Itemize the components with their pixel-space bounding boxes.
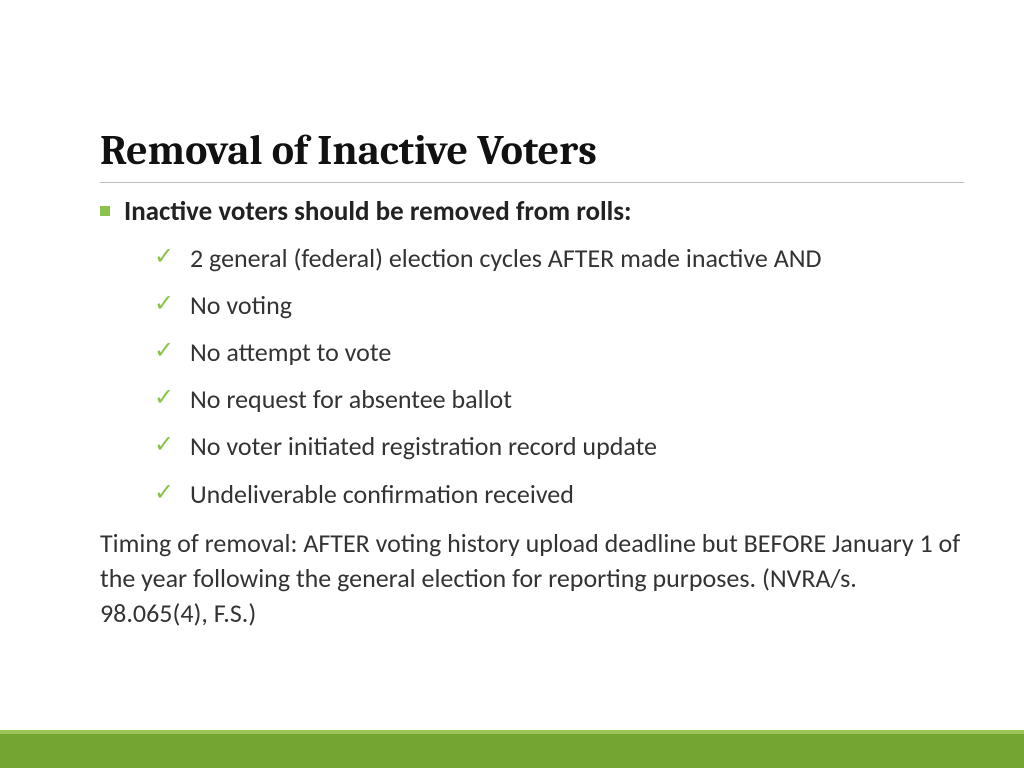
slide-body: Inactive voters should be removed from r…: [100, 190, 964, 631]
paragraph: Timing of removal: AFTER voting history …: [100, 526, 964, 631]
square-bullet-icon: [100, 206, 110, 216]
list-item: ✓ Undeliverable confirmation received: [154, 477, 964, 512]
checklist: ✓ 2 general (federal) election cycles AF…: [154, 241, 964, 512]
checkmark-icon: ✓: [154, 292, 176, 323]
check-text: No voter initiated registration record u…: [190, 429, 657, 464]
check-text: No request for absentee ballot: [190, 382, 512, 417]
list-item: ✓ No voting: [154, 288, 964, 323]
list-item: ✓ No request for absentee ballot: [154, 382, 964, 417]
checkmark-icon: ✓: [154, 386, 176, 417]
slide-title: Removal of Inactive Voters: [100, 126, 964, 181]
checkmark-icon: ✓: [154, 481, 176, 512]
title-rule: [100, 182, 964, 183]
check-text: No voting: [190, 288, 292, 323]
bullet-level1: Inactive voters should be removed from r…: [100, 194, 964, 229]
checkmark-icon: ✓: [154, 339, 176, 370]
list-item: ✓ No attempt to vote: [154, 335, 964, 370]
check-text: Undeliverable confirmation received: [190, 477, 574, 512]
checkmark-icon: ✓: [154, 433, 176, 464]
check-text: No attempt to vote: [190, 335, 391, 370]
footer-stripe: [0, 734, 1024, 768]
lead-text: Inactive voters should be removed from r…: [124, 194, 631, 229]
checkmark-icon: ✓: [154, 245, 176, 276]
slide: Removal of Inactive Voters Inactive vote…: [0, 0, 1024, 768]
list-item: ✓ No voter initiated registration record…: [154, 429, 964, 464]
list-item: ✓ 2 general (federal) election cycles AF…: [154, 241, 964, 276]
check-text: 2 general (federal) election cycles AFTE…: [190, 241, 822, 276]
